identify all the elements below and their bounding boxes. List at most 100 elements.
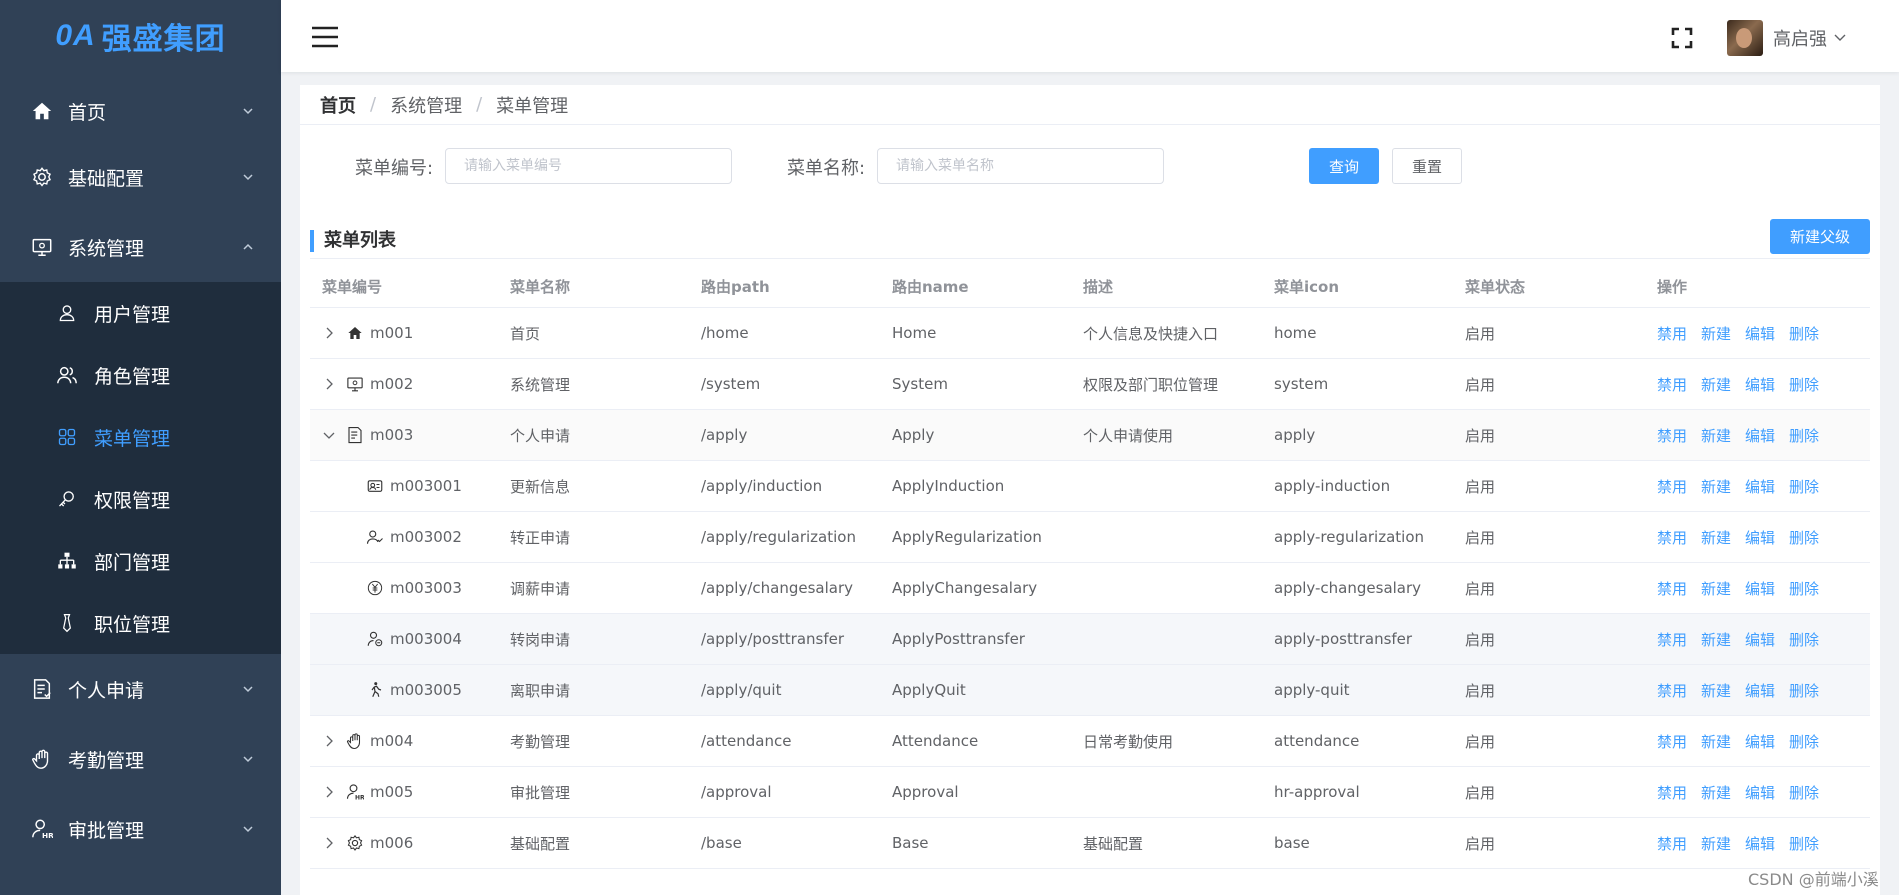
delete-link[interactable]: 删除 — [1789, 833, 1819, 854]
chevron-right-icon[interactable] — [322, 734, 336, 748]
edit-link[interactable]: 编辑 — [1745, 578, 1775, 599]
edit-link[interactable]: 编辑 — [1745, 629, 1775, 650]
delete-link[interactable]: 删除 — [1789, 782, 1819, 803]
cell-status: 启用 — [1465, 426, 1496, 445]
disable-link[interactable]: 禁用 — [1657, 578, 1687, 599]
cell-route-name: ApplyQuit — [892, 681, 966, 699]
create-link[interactable]: 新建 — [1701, 476, 1731, 497]
app-logo[interactable]: 0A 强盛集团 — [0, 0, 281, 72]
create-link[interactable]: 新建 — [1701, 731, 1731, 752]
delete-link[interactable]: 删除 — [1789, 629, 1819, 650]
table-row[interactable]: m003003 调薪申请/apply/changesalary ApplyChang… — [310, 563, 1870, 614]
chevron-right-icon[interactable] — [322, 377, 336, 391]
fullscreen-icon[interactable] — [1671, 27, 1693, 49]
disable-link[interactable]: 禁用 — [1657, 833, 1687, 854]
sidebar-item-base-config[interactable]: 基础配置 — [0, 142, 281, 212]
sidebar-subitem-roles[interactable]: 角色管理 — [0, 344, 281, 406]
reset-button[interactable]: 重置 — [1392, 148, 1462, 184]
sidebar-subitem-positions[interactable]: 职位管理 — [0, 592, 281, 654]
table-row[interactable]: m002 系统管理/system System 权限及部门职位管理 system 启用 禁用… — [310, 359, 1870, 410]
disable-link[interactable]: 禁用 — [1657, 731, 1687, 752]
create-link[interactable]: 新建 — [1701, 527, 1731, 548]
cell-icon: attendance — [1274, 732, 1360, 750]
cell-code: m003001 — [366, 461, 462, 511]
table-row[interactable]: m004 考勤管理/attendance Attendance 日常考勤使用 atten… — [310, 716, 1870, 767]
delete-link[interactable]: 删除 — [1789, 527, 1819, 548]
delete-link[interactable]: 删除 — [1789, 476, 1819, 497]
edit-link[interactable]: 编辑 — [1745, 680, 1775, 701]
cell-code: HR m005 — [346, 767, 413, 817]
disable-link[interactable]: 禁用 — [1657, 374, 1687, 395]
disable-link[interactable]: 禁用 — [1657, 629, 1687, 650]
query-button[interactable]: 查询 — [1309, 148, 1379, 184]
edit-link[interactable]: 编辑 — [1745, 833, 1775, 854]
disable-link[interactable]: 禁用 — [1657, 680, 1687, 701]
cell-icon: system — [1274, 375, 1329, 393]
new-parent-button[interactable]: 新建父级 — [1770, 219, 1870, 254]
gear-icon — [30, 165, 54, 189]
edit-link[interactable]: 编辑 — [1745, 476, 1775, 497]
menu-name-label: 菜单名称: — [787, 158, 866, 179]
cell-code: m003 — [346, 410, 413, 460]
delete-link[interactable]: 删除 — [1789, 731, 1819, 752]
delete-link[interactable]: 删除 — [1789, 323, 1819, 344]
table-row[interactable]: HR m005 审批管理/approval Approval hr-approval 启用… — [310, 767, 1870, 818]
sidebar-item-home[interactable]: 首页 — [0, 76, 281, 146]
delete-link[interactable]: 删除 — [1789, 425, 1819, 446]
create-link[interactable]: 新建 — [1701, 374, 1731, 395]
delete-link[interactable]: 删除 — [1789, 374, 1819, 395]
disable-link[interactable]: 禁用 — [1657, 476, 1687, 497]
delete-link[interactable]: 删除 — [1789, 578, 1819, 599]
create-link[interactable]: 新建 — [1701, 680, 1731, 701]
chevron-down-icon[interactable] — [1833, 30, 1847, 44]
chevron-right-icon[interactable] — [322, 326, 336, 340]
table-row[interactable]: m003004 转岗申请/apply/posttransfer ApplyPostt… — [310, 614, 1870, 665]
chevron-right-icon[interactable] — [322, 836, 336, 850]
create-link[interactable]: 新建 — [1701, 323, 1731, 344]
table-row[interactable]: m003001 更新信息/apply/induction ApplyInductio… — [310, 461, 1870, 512]
hamburger-menu-icon[interactable] — [311, 26, 339, 48]
sidebar-subitem-permissions[interactable]: 权限管理 — [0, 468, 281, 530]
cell-actions: 禁用 新建 编辑 删除 — [1657, 308, 1833, 358]
create-link[interactable]: 新建 — [1701, 833, 1731, 854]
chevron-up-icon — [241, 240, 255, 254]
sidebar-subitem-users[interactable]: 用户管理 — [0, 282, 281, 344]
menu-name-input[interactable] — [877, 148, 1164, 184]
disable-link[interactable]: 禁用 — [1657, 323, 1687, 344]
edit-link[interactable]: 编辑 — [1745, 731, 1775, 752]
table-row[interactable]: m003 个人申请/apply Apply 个人申请使用 apply 启用 禁用 新建 编辑 删除 — [310, 410, 1870, 461]
edit-link[interactable]: 编辑 — [1745, 323, 1775, 344]
document-icon — [30, 677, 54, 701]
edit-link[interactable]: 编辑 — [1745, 527, 1775, 548]
sidebar-item-system[interactable]: 系统管理 — [0, 212, 281, 282]
column-header: 菜单状态 — [1465, 277, 1526, 296]
edit-link[interactable]: 编辑 — [1745, 782, 1775, 803]
sidebar-item-attendance[interactable]: 考勤管理 — [0, 724, 281, 794]
create-link[interactable]: 新建 — [1701, 629, 1731, 650]
create-link[interactable]: 新建 — [1701, 782, 1731, 803]
sidebar-item-approval[interactable]: HR 审批管理 — [0, 794, 281, 864]
create-link[interactable]: 新建 — [1701, 578, 1731, 599]
avatar[interactable] — [1727, 20, 1763, 56]
delete-link[interactable]: 删除 — [1789, 680, 1819, 701]
menu-code-input[interactable] — [445, 148, 732, 184]
edit-link[interactable]: 编辑 — [1745, 425, 1775, 446]
cell-status: 启用 — [1465, 477, 1496, 496]
table-row[interactable]: m003005 离职申请/apply/quit ApplyQuit apply-qui… — [310, 665, 1870, 716]
cell-icon: hr-approval — [1274, 783, 1360, 801]
table-row[interactable]: m003002 转正申请/apply/regularization ApplyReg… — [310, 512, 1870, 563]
sidebar-item-apply[interactable]: 个人申请 — [0, 654, 281, 724]
disable-link[interactable]: 禁用 — [1657, 527, 1687, 548]
edit-link[interactable]: 编辑 — [1745, 374, 1775, 395]
chevron-down-icon[interactable] — [322, 428, 336, 442]
breadcrumb-home[interactable]: 首页 — [320, 92, 356, 118]
sidebar-subitem-menus[interactable]: 菜单管理 — [0, 406, 281, 468]
create-link[interactable]: 新建 — [1701, 425, 1731, 446]
sidebar-subitem-departments[interactable]: 部门管理 — [0, 530, 281, 592]
disable-link[interactable]: 禁用 — [1657, 782, 1687, 803]
disable-link[interactable]: 禁用 — [1657, 425, 1687, 446]
table-row[interactable]: m006 基础配置/base Base 基础配置 base 启用 禁用 新建 编辑 删除 — [310, 818, 1870, 869]
table-row[interactable]: m001 首页/home Home 个人信息及快捷入口 home 启用 禁用 新建 编辑 删除 — [310, 308, 1870, 359]
username[interactable]: 高启强 — [1773, 25, 1827, 51]
chevron-right-icon[interactable] — [322, 785, 336, 799]
